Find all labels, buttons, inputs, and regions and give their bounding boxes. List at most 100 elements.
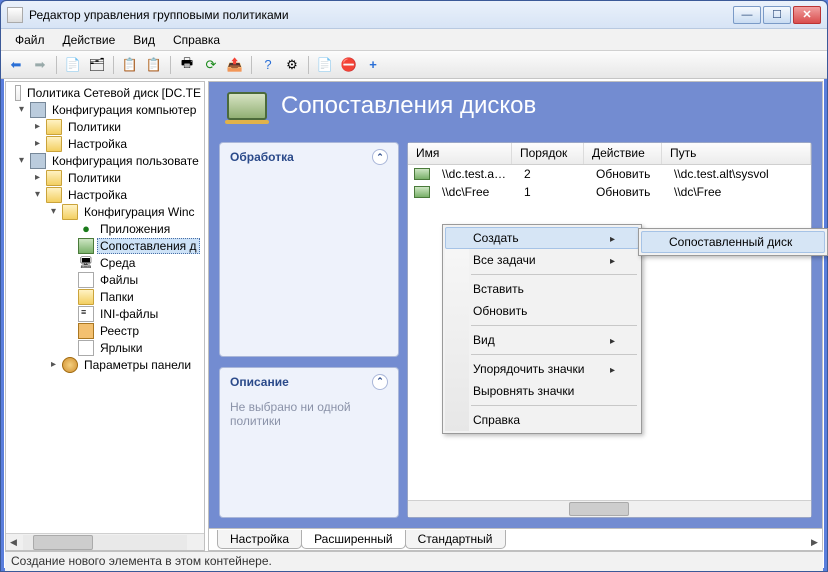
menu-file[interactable]: Файл [7, 31, 53, 49]
col-name[interactable]: Имя [408, 143, 512, 164]
tree-apps[interactable]: Приложения [97, 222, 173, 236]
description-text: Не выбрано ни одной политики [220, 396, 398, 456]
col-action[interactable]: Действие [584, 143, 662, 164]
tab-standard[interactable]: Стандартный [405, 530, 506, 549]
ctx-help[interactable]: Справка [445, 409, 639, 431]
drive-icon [414, 168, 430, 180]
copy-button[interactable]: 📋 [119, 54, 141, 76]
tree-comp-settings[interactable]: Настройка [65, 137, 130, 151]
tree-comp-policies[interactable]: Политики [65, 120, 124, 134]
processing-panel: Обработка ⌃ [219, 142, 399, 357]
minimize-button[interactable]: — [733, 6, 761, 24]
menu-help[interactable]: Справка [165, 31, 228, 49]
tab-settings[interactable]: Настройка [217, 530, 302, 549]
tree-root[interactable]: Политика Сетевой диск [DC.TE [24, 86, 204, 100]
tree-files[interactable]: Файлы [97, 273, 141, 287]
apps-icon: ● [78, 221, 94, 237]
create-submenu: Сопоставленный диск [638, 228, 828, 256]
submenu-arrow-icon [610, 362, 615, 376]
controlpanel-icon [62, 357, 78, 373]
ctx-align[interactable]: Выровнять значки [445, 380, 639, 402]
folder-icon [46, 170, 62, 186]
folder-icon [46, 119, 62, 135]
computer-icon [30, 102, 46, 118]
folder-icon [78, 289, 94, 305]
stop-button[interactable]: ⛔ [338, 54, 360, 76]
tree-shortcuts[interactable]: Ярлыки [97, 341, 146, 355]
table-row[interactable]: \\dc.test.alt\...2Обновить\\dc.test.alt\… [408, 165, 811, 183]
help-button[interactable]: ? [257, 54, 279, 76]
page-button[interactable]: 📄 [314, 54, 336, 76]
titlebar: Редактор управления групповыми политикам… [1, 1, 827, 29]
tree-comp-conf[interactable]: Конфигурация компьютер [49, 103, 199, 117]
ctx-refresh[interactable]: Обновить [445, 300, 639, 322]
processing-title: Обработка [230, 150, 294, 164]
ctx-arrange[interactable]: Упорядочить значки [445, 358, 639, 380]
list-hscrollbar[interactable] [408, 500, 811, 517]
tree-winconf[interactable]: Конфигурация Winc [81, 205, 198, 219]
paste-button[interactable]: 📋 [143, 54, 165, 76]
files-icon [78, 272, 94, 288]
app-window: Редактор управления групповыми политикам… [0, 0, 828, 572]
tree-ctrlpanel[interactable]: Параметры панели [81, 358, 194, 372]
tab-extended[interactable]: Расширенный [301, 530, 406, 549]
user-icon [30, 153, 46, 169]
tree[interactable]: Политика Сетевой диск [DC.TE Конфигураци… [6, 82, 204, 533]
context-menu: Создать Сопоставленный диск Все задачи В… [442, 224, 642, 434]
ctx-mapped-drive[interactable]: Сопоставленный диск [641, 231, 825, 253]
view-tabs: Настройка Расширенный Стандартный [209, 528, 822, 550]
tree-drivemaps[interactable]: Сопоставления д [97, 238, 200, 254]
cell-action: Обновить [588, 184, 666, 200]
ctx-alltasks[interactable]: Все задачи [445, 249, 639, 271]
policy-icon [15, 85, 21, 101]
folder-icon [46, 136, 62, 152]
col-path[interactable]: Путь [662, 143, 811, 164]
tree-user-policies[interactable]: Политики [65, 171, 124, 185]
ctx-paste[interactable]: Вставить [445, 278, 639, 300]
table-row[interactable]: \\dc\Free1Обновить\\dc\Free [408, 183, 811, 201]
content-header: Сопоставления дисков [209, 82, 822, 134]
menu-view[interactable]: Вид [125, 31, 163, 49]
refresh-button[interactable]: ⟳ [200, 54, 222, 76]
maximize-button[interactable]: ☐ [763, 6, 791, 24]
tree-user-conf[interactable]: Конфигурация пользовате [49, 154, 202, 168]
folder-open-icon [62, 204, 78, 220]
print-button[interactable]: 🖶 [176, 54, 198, 76]
col-order[interactable]: Порядок [512, 143, 584, 164]
ini-icon [78, 306, 94, 322]
ctx-view[interactable]: Вид [445, 329, 639, 351]
drive-maps-icon [227, 92, 267, 120]
tree-ini[interactable]: INI-файлы [97, 307, 161, 321]
collapse-button[interactable]: ⌃ [372, 149, 388, 165]
tree-env[interactable]: Среда [97, 256, 138, 270]
ctx-create[interactable]: Создать Сопоставленный диск [445, 227, 639, 249]
tree-hscrollbar[interactable]: ◀▶ [6, 533, 204, 550]
close-button[interactable]: ✕ [793, 6, 821, 24]
window-title: Редактор управления групповыми политикам… [29, 8, 733, 22]
cell-name: \\dc.test.alt\... [434, 166, 516, 182]
export-button[interactable]: 📤 [224, 54, 246, 76]
statusbar: Создание нового элемента в этом контейне… [5, 551, 823, 571]
submenu-arrow-icon [610, 333, 615, 347]
list-header: Имя Порядок Действие Путь [408, 143, 811, 165]
menubar: Файл Действие Вид Справка [1, 29, 827, 51]
page-title: Сопоставления дисков [281, 92, 536, 120]
tree-pane: Политика Сетевой диск [DC.TE Конфигураци… [5, 81, 205, 551]
back-button[interactable]: ⬅ [5, 54, 27, 76]
collapse-button[interactable]: ⌃ [372, 374, 388, 390]
cell-name: \\dc\Free [434, 184, 516, 200]
tree-user-settings[interactable]: Настройка [65, 188, 130, 202]
add-button[interactable]: + [362, 54, 384, 76]
show-tree-button[interactable]: 🗂 [86, 54, 108, 76]
submenu-arrow-icon [610, 231, 615, 245]
shortcuts-icon [78, 340, 94, 356]
description-panel: Описание⌃ Не выбрано ни одной политики [219, 367, 399, 518]
options-button[interactable]: ⚙ [281, 54, 303, 76]
forward-button[interactable]: ➡ [29, 54, 51, 76]
env-icon [78, 255, 94, 271]
up-button[interactable]: 📄 [62, 54, 84, 76]
drive-icon [414, 186, 430, 198]
menu-action[interactable]: Действие [55, 31, 124, 49]
tree-registry[interactable]: Реестр [97, 324, 142, 338]
tree-folders[interactable]: Папки [97, 290, 137, 304]
